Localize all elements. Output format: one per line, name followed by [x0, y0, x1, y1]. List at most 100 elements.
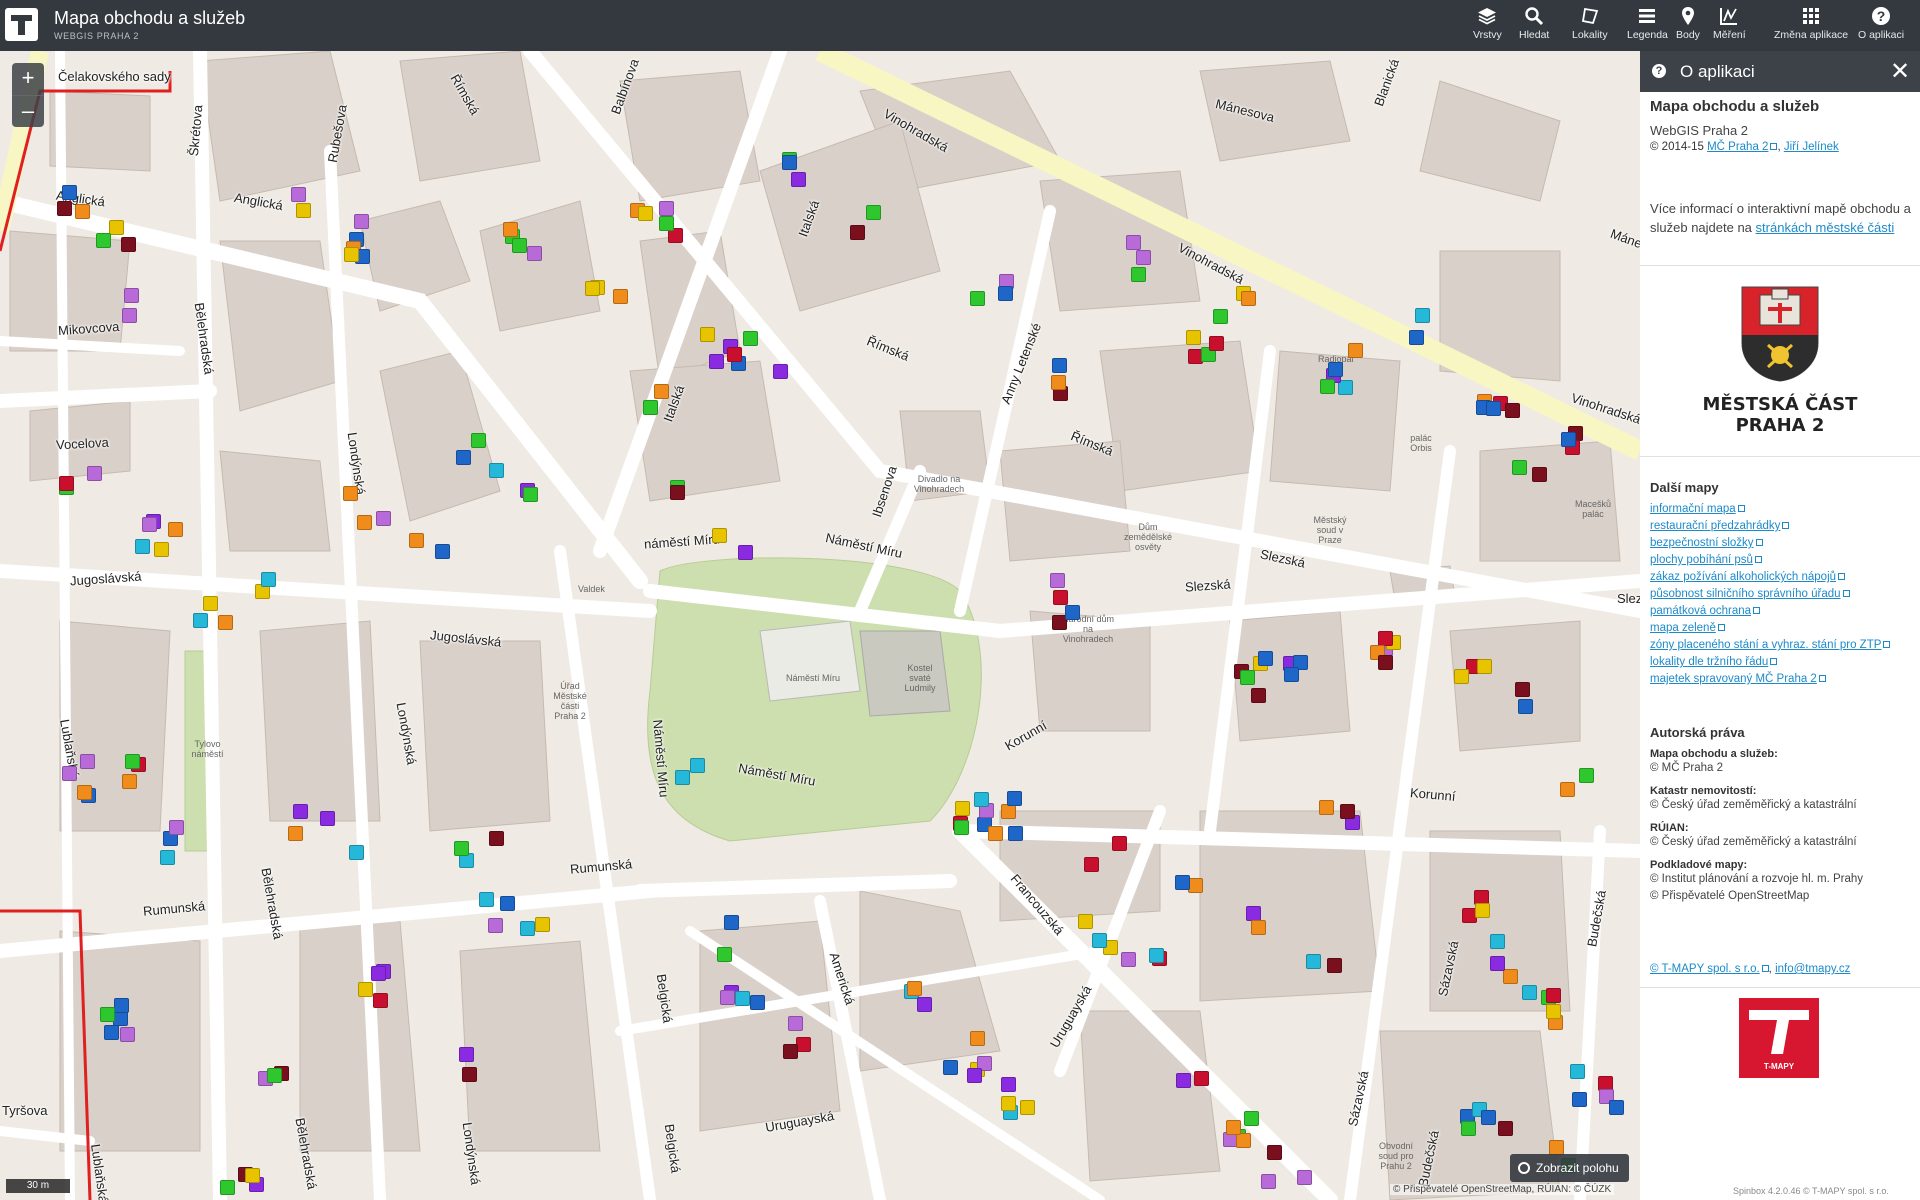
poi-marker-icon[interactable]	[738, 545, 753, 560]
poi-marker-icon[interactable]	[1209, 336, 1224, 351]
other-map-link[interactable]: restaurační předzahrádky	[1650, 520, 1780, 532]
poi-marker-icon[interactable]	[293, 804, 308, 819]
poi-marker-icon[interactable]	[1267, 1145, 1282, 1160]
poi-marker-icon[interactable]	[796, 1037, 811, 1052]
poi-marker-icon[interactable]	[1084, 857, 1099, 872]
poi-marker-icon[interactable]	[77, 785, 92, 800]
poi-marker-icon[interactable]	[638, 206, 653, 221]
poi-marker-icon[interactable]	[1518, 699, 1533, 714]
poi-marker-icon[interactable]	[773, 364, 788, 379]
poi-marker-icon[interactable]	[717, 947, 732, 962]
poi-marker-icon[interactable]	[479, 892, 494, 907]
toolbar-layers-button[interactable]: Vrstvy	[1473, 6, 1502, 46]
poi-marker-icon[interactable]	[203, 596, 218, 611]
poi-marker-icon[interactable]	[850, 225, 865, 240]
poi-marker-icon[interactable]	[291, 187, 306, 202]
poi-marker-icon[interactable]	[500, 896, 515, 911]
poi-marker-icon[interactable]	[1481, 1110, 1496, 1125]
poi-marker-icon[interactable]	[1008, 826, 1023, 841]
poi-marker-icon[interactable]	[1560, 782, 1575, 797]
poi-marker-icon[interactable]	[459, 1047, 474, 1062]
poi-marker-icon[interactable]	[371, 966, 386, 981]
poi-marker-icon[interactable]	[988, 826, 1003, 841]
author-link[interactable]: Jiří Jelínek	[1784, 141, 1839, 153]
tmapy-logo[interactable]: T-MAPY	[1739, 998, 1819, 1078]
poi-marker-icon[interactable]	[373, 993, 388, 1008]
poi-marker-icon[interactable]	[1186, 330, 1201, 345]
poi-marker-icon[interactable]	[488, 918, 503, 933]
poi-marker-icon[interactable]	[1546, 1004, 1561, 1019]
poi-marker-icon[interactable]	[1051, 375, 1066, 390]
poi-marker-icon[interactable]	[122, 308, 137, 323]
poi-marker-icon[interactable]	[1052, 358, 1067, 373]
poi-marker-icon[interactable]	[1327, 958, 1342, 973]
poi-marker-icon[interactable]	[87, 466, 102, 481]
poi-marker-icon[interactable]	[750, 995, 765, 1010]
poi-marker-icon[interactable]	[943, 1060, 958, 1075]
poi-marker-icon[interactable]	[527, 246, 542, 261]
poi-marker-icon[interactable]	[1213, 309, 1228, 324]
poi-marker-icon[interactable]	[1136, 250, 1151, 265]
poi-marker-icon[interactable]	[80, 754, 95, 769]
poi-marker-icon[interactable]	[154, 542, 169, 557]
poi-marker-icon[interactable]	[193, 613, 208, 628]
poi-marker-icon[interactable]	[288, 826, 303, 841]
poi-marker-icon[interactable]	[1065, 605, 1080, 620]
poi-marker-icon[interactable]	[462, 1067, 477, 1082]
poi-marker-icon[interactable]	[1378, 631, 1393, 646]
poi-marker-icon[interactable]	[1572, 1092, 1587, 1107]
poi-marker-icon[interactable]	[1579, 768, 1594, 783]
poi-marker-icon[interactable]	[96, 233, 111, 248]
poi-marker-icon[interactable]	[1284, 667, 1299, 682]
poi-marker-icon[interactable]	[1609, 1100, 1624, 1115]
poi-marker-icon[interactable]	[643, 400, 658, 415]
app-logo-icon[interactable]	[5, 8, 38, 41]
poi-marker-icon[interactable]	[218, 615, 233, 630]
poi-marker-icon[interactable]	[1175, 875, 1190, 890]
poi-marker-icon[interactable]	[967, 1068, 982, 1083]
poi-marker-icon[interactable]	[917, 997, 932, 1012]
poi-marker-icon[interactable]	[783, 1044, 798, 1059]
other-map-link[interactable]: bezpečnostní složky	[1650, 537, 1754, 549]
poi-marker-icon[interactable]	[320, 811, 335, 826]
poi-marker-icon[interactable]	[454, 841, 469, 856]
poi-marker-icon[interactable]	[124, 288, 139, 303]
poi-marker-icon[interactable]	[456, 450, 471, 465]
poi-marker-icon[interactable]	[220, 1180, 235, 1195]
toolbar-measure-button[interactable]: Měření	[1713, 6, 1746, 46]
poi-marker-icon[interactable]	[135, 539, 150, 554]
close-icon[interactable]: ✕	[1890, 57, 1910, 86]
poi-marker-icon[interactable]	[503, 222, 518, 237]
poi-marker-icon[interactable]	[720, 990, 735, 1005]
poi-marker-icon[interactable]	[788, 1016, 803, 1031]
poi-marker-icon[interactable]	[1306, 954, 1321, 969]
poi-marker-icon[interactable]	[1498, 1121, 1513, 1136]
poi-marker-icon[interactable]	[1149, 948, 1164, 963]
poi-marker-icon[interactable]	[1340, 804, 1355, 819]
poi-marker-icon[interactable]	[1258, 651, 1273, 666]
poi-marker-icon[interactable]	[343, 486, 358, 501]
poi-marker-icon[interactable]	[1001, 1096, 1016, 1111]
map-canvas[interactable]: Čelakovského sady Římská Balbínova Mánes…	[0, 51, 1640, 1200]
poi-marker-icon[interactable]	[1112, 836, 1127, 851]
toolbar-about-button[interactable]: ? O aplikaci	[1858, 6, 1904, 46]
poi-marker-icon[interactable]	[955, 801, 970, 816]
poi-marker-icon[interactable]	[690, 758, 705, 773]
poi-marker-icon[interactable]	[168, 522, 183, 537]
poi-marker-icon[interactable]	[59, 476, 74, 491]
poi-marker-icon[interactable]	[998, 286, 1013, 301]
poi-marker-icon[interactable]	[109, 220, 124, 235]
zoom-out-button[interactable]: –	[12, 95, 44, 127]
poi-marker-icon[interactable]	[1409, 330, 1424, 345]
poi-marker-icon[interactable]	[1348, 343, 1363, 358]
poi-marker-icon[interactable]	[1297, 1170, 1312, 1185]
other-map-link[interactable]: zákaz požívání alkoholických nápojů	[1650, 571, 1836, 583]
poi-marker-icon[interactable]	[1503, 969, 1518, 984]
poi-marker-icon[interactable]	[57, 201, 72, 216]
poi-marker-icon[interactable]	[1454, 669, 1469, 684]
poi-marker-icon[interactable]	[169, 820, 184, 835]
poi-marker-icon[interactable]	[1226, 1120, 1241, 1135]
other-map-link[interactable]: zóny placeného stání a vyhraz. stání pro…	[1650, 639, 1881, 651]
poi-marker-icon[interactable]	[100, 1007, 115, 1022]
poi-marker-icon[interactable]	[585, 281, 600, 296]
